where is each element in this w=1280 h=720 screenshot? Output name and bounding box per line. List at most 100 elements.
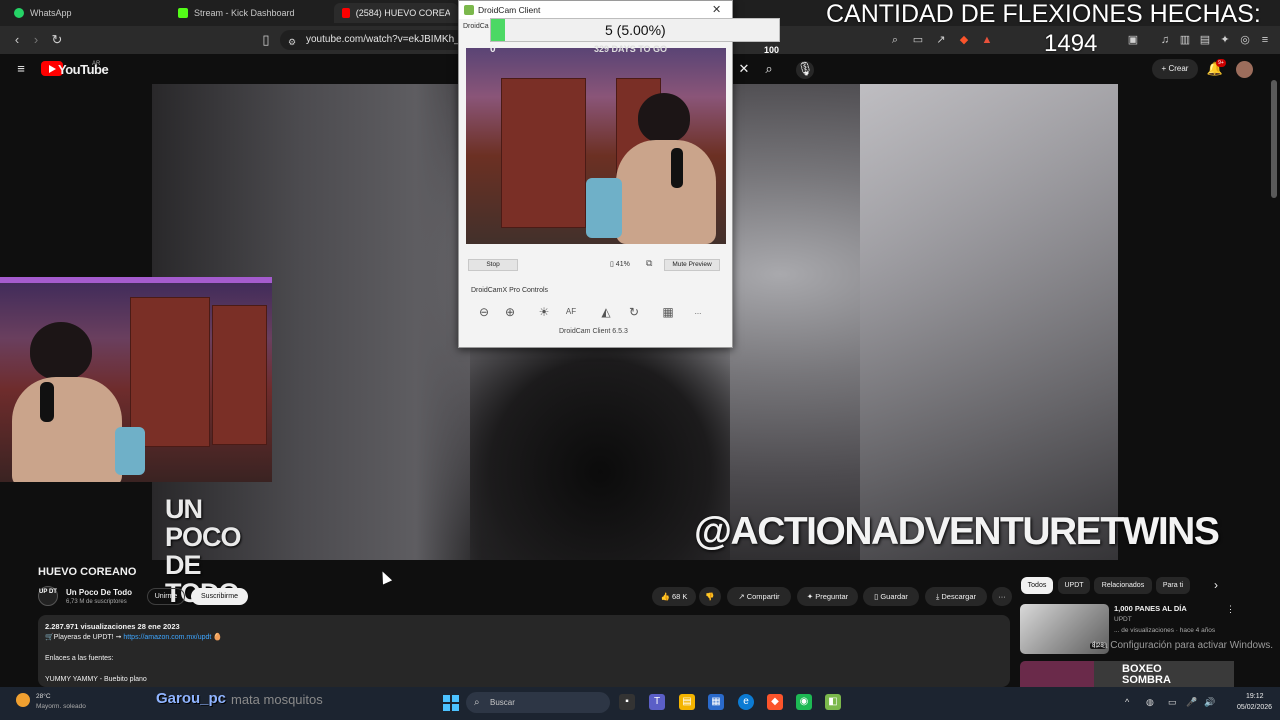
copy-icon[interactable]: ⧉: [646, 258, 652, 269]
network-icon[interactable]: ▭: [1168, 697, 1177, 708]
forward-icon[interactable]: ›: [28, 32, 44, 48]
weather-description[interactable]: Mayorm. soleado: [36, 703, 86, 710]
vpn-icon[interactable]: ◎: [1238, 33, 1252, 47]
puzzle-icon[interactable]: ✦: [1218, 33, 1232, 47]
tray-app-icon[interactable]: ◍: [1146, 697, 1154, 708]
tab-youtube-video[interactable]: (2584) HUEVO COREANO - Y: [334, 3, 458, 23]
address-bar[interactable]: youtube.com/watch?v=ekJBIMKh_qA: [280, 30, 470, 50]
brave-shield-icon[interactable]: ◆: [957, 33, 971, 47]
teams-icon[interactable]: T: [649, 694, 665, 710]
webcam-overlay: [0, 277, 272, 482]
more-options-button[interactable]: ...: [689, 303, 707, 321]
chip-related[interactable]: Relacionados: [1094, 577, 1152, 594]
more-actions-button[interactable]: ···: [992, 587, 1012, 606]
taskbar-search[interactable]: ⌕ Buscar: [466, 692, 610, 713]
menu-icon[interactable]: ≡: [1258, 33, 1272, 47]
preview-microphone: [671, 148, 683, 188]
music-icon[interactable]: ♫: [1158, 33, 1172, 47]
like-button[interactable]: 👍 68 K: [652, 587, 696, 606]
hamburger-menu-icon[interactable]: ≡: [12, 61, 30, 77]
mute-preview-button[interactable]: Mute Preview: [664, 259, 720, 271]
reload-icon[interactable]: ↻: [49, 32, 65, 48]
close-icon[interactable]: ✕: [712, 3, 721, 16]
weather-sun-icon[interactable]: [16, 693, 30, 707]
volume-icon[interactable]: 🔊: [1204, 697, 1215, 708]
webcam-towel: [115, 427, 145, 475]
task-view-icon[interactable]: ▪: [619, 694, 635, 710]
subscriber-count: 6,73 M de suscriptores: [66, 599, 127, 605]
chip-for-you[interactable]: Para ti: [1156, 577, 1190, 594]
search-icon[interactable]: ⌕: [760, 61, 778, 77]
brightness-icon[interactable]: ☀: [535, 303, 553, 321]
file-explorer-icon[interactable]: ▤: [679, 694, 695, 710]
dislike-button[interactable]: 👎: [699, 587, 721, 606]
tab-label: Stream - Kick Dashboard: [194, 8, 295, 18]
page-scrollbar[interactable]: [1271, 80, 1277, 198]
weather-temperature[interactable]: 28°C: [36, 693, 51, 700]
description-text: 🛒Playeras de UPDT! ➞: [45, 634, 124, 641]
settings-icon[interactable]: ▦: [659, 303, 677, 321]
brave-rewards-icon[interactable]: ▲: [980, 33, 994, 47]
chip-label: Todos: [1027, 582, 1047, 589]
ask-label: Preguntar: [815, 592, 849, 601]
channel-name[interactable]: Un Poco De Todo: [66, 588, 132, 597]
microphone-icon[interactable]: 🎙: [796, 61, 814, 79]
zoom-in-icon[interactable]: ⊕: [501, 303, 519, 321]
back-icon[interactable]: ‹: [9, 32, 25, 48]
zoom-out-icon[interactable]: ⊖: [475, 303, 493, 321]
mirror-icon[interactable]: ◭: [597, 303, 615, 321]
wallet-icon[interactable]: ▤: [1198, 33, 1212, 47]
tab-kick-dashboard[interactable]: Stream - Kick Dashboard: [170, 3, 330, 23]
create-button[interactable]: + Crear: [1152, 59, 1198, 79]
video-title: HUEVO COREANO: [38, 566, 137, 578]
description-link[interactable]: https://amazon.com.mx/updt: [123, 634, 211, 641]
rotate-icon[interactable]: ↻: [625, 303, 643, 321]
user-avatar[interactable]: [1236, 61, 1253, 78]
ask-button[interactable]: ✦ Preguntar: [797, 587, 858, 606]
youtube-logo-text[interactable]: YouTube: [58, 62, 109, 77]
clock-date[interactable]: 05/02/2026: [1237, 704, 1272, 711]
app-icon[interactable]: ◉: [796, 694, 812, 710]
share-icon[interactable]: ↗: [934, 33, 948, 47]
zoom-icon[interactable]: ⌕: [888, 33, 902, 47]
subscribe-button[interactable]: Suscribirme: [191, 588, 248, 605]
bookmark-icon[interactable]: ▯: [258, 32, 274, 48]
recommended-channel[interactable]: UPDT: [1114, 616, 1132, 623]
channel-avatar[interactable]: UP DT: [38, 586, 58, 606]
droidcam-title: DroidCam Client: [478, 5, 541, 15]
save-button[interactable]: ▯ Guardar: [863, 587, 919, 606]
preview-person-body: [616, 140, 716, 244]
share-button[interactable]: ↗ Compartir: [727, 587, 791, 606]
clear-search-icon[interactable]: ✕: [735, 61, 753, 77]
webcam-person-head: [30, 322, 92, 380]
cast-icon[interactable]: ▭: [911, 33, 925, 47]
microphone-tray-icon[interactable]: 🎤: [1186, 697, 1197, 708]
stop-button[interactable]: Stop: [468, 259, 518, 271]
sidebar-icon[interactable]: ▥: [1178, 33, 1192, 47]
edge-icon[interactable]: e: [738, 694, 754, 710]
chip-all[interactable]: Todos: [1021, 577, 1053, 594]
chevron-right-icon[interactable]: ›: [1214, 578, 1218, 592]
webcam-microphone: [40, 382, 54, 422]
store-icon[interactable]: ▦: [708, 694, 724, 710]
download-button[interactable]: ⤓ Descargar: [925, 587, 987, 606]
tab-whatsapp[interactable]: WhatsApp: [6, 3, 156, 23]
recommended-title[interactable]: BOXEO SOMBRA: [1122, 664, 1171, 686]
droidcam-taskbar-icon[interactable]: ◧: [825, 694, 841, 710]
mouse-cursor: [377, 569, 393, 585]
site-info-icon[interactable]: ⚙: [284, 34, 300, 50]
windows-start-icon[interactable]: [443, 695, 459, 711]
brave-icon[interactable]: ◆: [767, 694, 783, 710]
autofocus-icon[interactable]: AF: [562, 303, 580, 321]
pro-controls-label: DroidCamX Pro Controls: [471, 287, 549, 294]
chip-updt[interactable]: UPDT: [1058, 577, 1090, 594]
extensions-icon[interactable]: ▣: [1126, 33, 1140, 47]
join-button[interactable]: Unirme: [147, 588, 185, 605]
goal-progress-text: 5 (5.00%): [605, 22, 666, 38]
recommended-title[interactable]: 1,000 PANES AL DÍA: [1114, 604, 1187, 613]
clock-time[interactable]: 19:12: [1246, 693, 1264, 700]
description-box[interactable]: [38, 615, 1010, 687]
more-vert-icon[interactable]: ⋮: [1226, 604, 1235, 615]
activate-windows-notice: Ir a Configuración para activar Windows.: [1093, 640, 1274, 651]
show-hidden-icons[interactable]: ^: [1125, 697, 1129, 707]
